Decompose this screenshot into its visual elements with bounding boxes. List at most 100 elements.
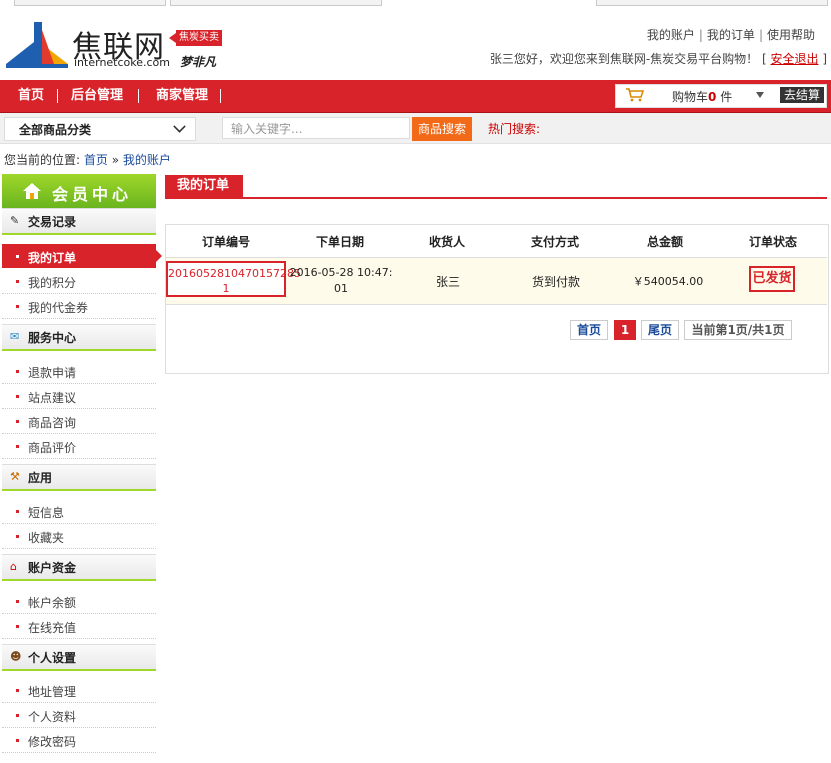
pager-first-button[interactable]: 首页 [570,320,608,340]
breadcrumb-prefix: 您当前的位置: [4,153,81,167]
my-orders-link[interactable]: 我的订单 [707,28,755,42]
orders-table-header: 订单编号 下单日期 收货人 支付方式 总金额 订单状态 [166,224,828,257]
cart-unit: 件 [720,90,733,104]
sidebar-item-label: 商品咨询 [28,416,77,430]
sidebar-item-label: 商品评价 [28,441,77,455]
sidebar-item-label: 退款申请 [28,366,77,380]
cart-label: 购物车 [672,90,709,104]
col-amount: 总金额 [647,235,684,249]
sidebar-item-favorites[interactable]: 收藏夹 [2,524,156,549]
sidebar-item-review[interactable]: 商品评价 [2,434,156,459]
sidebar-item-profile[interactable]: 个人资料 [2,703,156,728]
order-amount: ￥540054.00 [632,275,704,288]
breadcrumb-home[interactable]: 首页 [84,153,108,167]
pencil-icon: ✎ [10,214,20,227]
orders-tab-header: 我的订单 [165,175,827,199]
order-number-link[interactable]: 2016052810470157285 1 [166,261,301,297]
sidebar-item-label: 帐户余额 [28,596,77,610]
sidebar-item-label: 我的代金券 [28,301,89,315]
section-apps: ⚒ 应用 [2,464,156,491]
sidebar-item-label: 我的积分 [28,276,77,290]
sidebar-item-consult[interactable]: 商品咨询 [2,409,156,434]
browser-tab[interactable] [170,0,382,6]
logo-mark-icon [6,22,68,68]
sidebar-item-suggestion[interactable]: 站点建议 [2,384,156,409]
sidebar-item-label: 个人资料 [28,710,77,724]
checkout-button[interactable]: 去结算 [779,87,824,103]
breadcrumb-sep: » [111,153,120,167]
pager-last-button[interactable]: 尾页 [641,320,679,340]
pager-info: 当前第1页/共1页 [684,320,792,340]
col-date: 下单日期 [316,235,365,249]
section-transactions: ✎ 交易记录 [2,208,156,235]
sidebar-item-address[interactable]: 地址管理 [2,678,156,703]
tab-my-orders[interactable]: 我的订单 [165,175,244,197]
table-row: 2016052810470157285 1 2016-05-28 10:47: … [166,257,827,305]
cart-summary: 购物车0 件 [672,88,732,105]
order-date-line: 01 [334,282,348,295]
section-title: 交易记录 [28,215,77,229]
chevron-down-icon [173,120,186,133]
hot-search-label: 热门搜索: [488,122,541,136]
welcome-text: 张三您好，欢迎您来到焦联网-焦炭交易平台购物！ [489,52,759,66]
nav-merchant[interactable]: 商家管理 [156,80,208,112]
pager: 首页 1 尾页 当前第1页/共1页 [0,320,831,342]
sidebar-item-label: 站点建议 [28,391,77,405]
sidebar-item-recharge[interactable]: 在线充值 [2,614,156,639]
sidebar-item-label: 在线充值 [28,621,77,635]
breadcrumb-current[interactable]: 我的账户 [123,153,171,167]
section-title: 应用 [28,471,53,485]
status-badge: 已发货 [749,266,795,292]
user-icon: ☻ [10,650,22,663]
logo-tag: 焦炭买卖 [169,30,222,46]
order-date-line: 2016-05-28 10:47: [289,266,393,279]
order-receiver: 张三 [435,275,460,289]
member-center-title: 会员中心 [52,185,133,204]
sidebar-item-messages[interactable]: 短信息 [2,499,156,524]
sidebar-item-balance[interactable]: 帐户余额 [2,589,156,614]
sidebar-item-my-orders[interactable]: 我的订单 [2,244,162,268]
section-funds: ⌂ 账户资金 [2,554,156,581]
help-link[interactable]: 使用帮助 [767,28,815,42]
col-payment: 支付方式 [531,235,580,249]
section-title: 账户资金 [28,561,77,575]
sidebar-item-refund[interactable]: 退款申请 [2,359,156,384]
sidebar-item-label: 我的订单 [28,251,77,265]
sidebar-item-vouchers[interactable]: 我的代金券 [2,294,156,319]
cart-widget[interactable]: 购物车0 件 去结算 [615,84,827,108]
browser-tab-strip [0,0,831,6]
browser-tab[interactable] [14,0,166,6]
member-sidebar: 会员中心 ✎ 交易记录 我的订单 我的积分 我的代金券 ✉ 服务中心 退款申请 … [2,174,162,763]
category-label: 全部商品分类 [19,123,92,137]
member-center-header: 会员中心 [2,174,156,208]
nav-home[interactable]: 首页 [18,80,44,112]
house-icon: ⌂ [10,560,17,573]
pager-current-page[interactable]: 1 [614,320,636,340]
order-number-line: 1 [222,282,230,295]
search-button[interactable]: 商品搜索 [412,117,472,141]
cart-icon [626,88,644,102]
section-personal: ☻ 个人设置 [2,644,156,671]
logo-url: internetcoke.com [74,56,171,69]
order-date: 2016-05-28 10:47: 01 [288,265,394,297]
order-payment: 货到付款 [531,275,580,289]
my-account-link[interactable]: 我的账户 [647,28,695,42]
welcome-bar: 张三您好，欢迎您来到焦联网-焦炭交易平台购物！ [ 安全退出 ] [489,52,827,66]
sidebar-item-password[interactable]: 修改密码 [2,728,156,753]
logout-link[interactable]: 安全退出 [770,52,818,66]
main-nav: 首页 后台管理 商家管理 购物车0 件 去结算 [0,80,831,113]
order-number-line: 2016052810470157285 [168,267,301,280]
search-row: 全部商品分类 输入关键字... 商品搜索 热门搜索: [0,113,831,144]
tools-icon: ⚒ [10,470,20,483]
chevron-down-icon[interactable] [756,92,764,98]
home-icon [23,183,41,199]
nav-admin[interactable]: 后台管理 [71,80,123,112]
sidebar-item-label: 短信息 [28,506,65,520]
search-input[interactable]: 输入关键字... [222,117,410,139]
top-links: 我的账户 | 我的订单 | 使用帮助 [646,28,815,42]
browser-tab[interactable] [596,0,828,6]
col-status: 订单状态 [749,235,798,249]
col-receiver: 收货人 [429,235,466,249]
category-select[interactable]: 全部商品分类 [4,117,196,141]
sidebar-item-my-points[interactable]: 我的积分 [2,269,156,294]
